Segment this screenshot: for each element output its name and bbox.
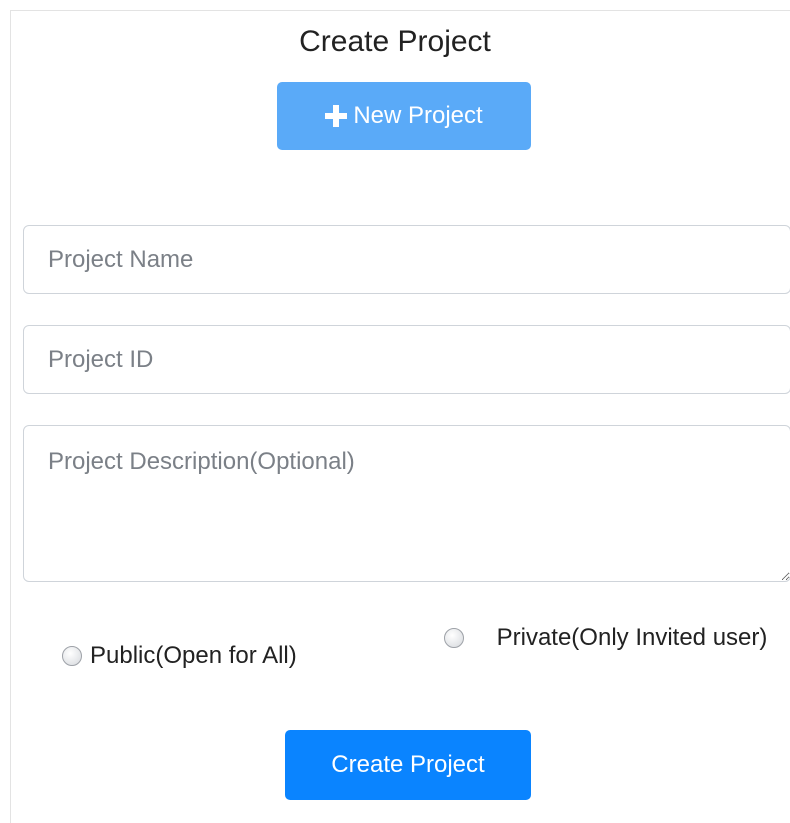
project-name-input[interactable] [23, 225, 790, 294]
private-radio-button[interactable] [444, 628, 464, 648]
project-description-textarea[interactable] [23, 425, 790, 582]
page-title: Create Project [299, 25, 491, 58]
project-id-input[interactable] [23, 325, 790, 394]
private-radio-label: Private(Only Invited user) [496, 624, 768, 651]
create-project-button[interactable]: Create Project [285, 730, 531, 800]
new-project-label: New Project [353, 102, 483, 129]
public-radio-label: Public(Open for All) [90, 642, 297, 669]
plus-icon [325, 105, 348, 127]
public-radio-button[interactable] [62, 646, 82, 666]
new-project-button[interactable]: New Project [277, 82, 531, 150]
private-radio-option[interactable]: Private(Only Invited user) [444, 620, 790, 656]
public-radio-option[interactable]: Public(Open for All) [62, 642, 297, 670]
